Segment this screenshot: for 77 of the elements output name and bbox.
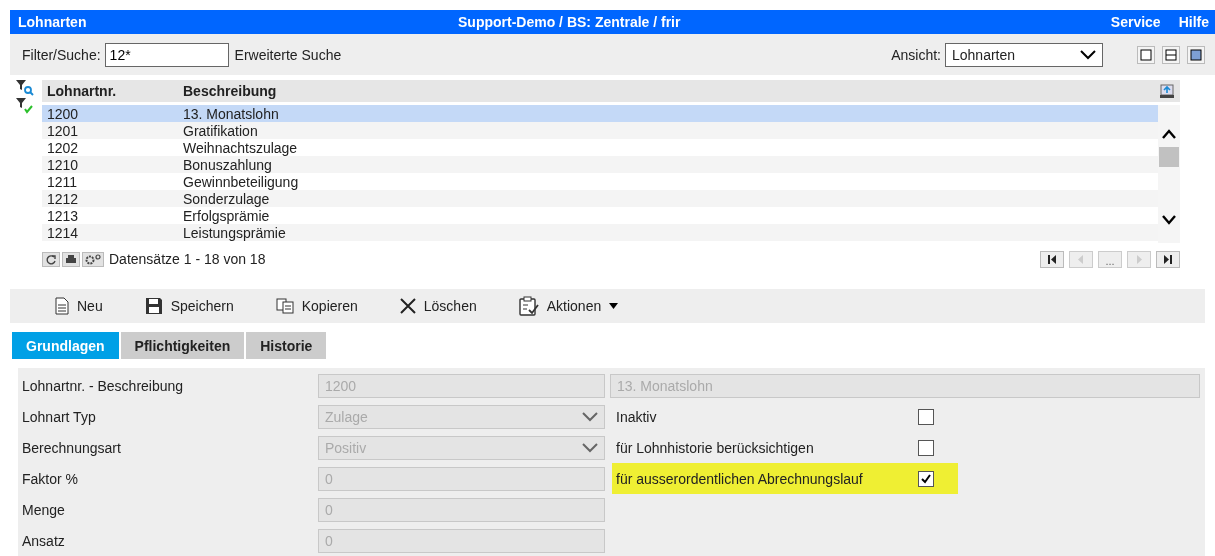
save-icon xyxy=(144,297,163,315)
checkbox-label: Inaktiv xyxy=(616,408,658,425)
checkbox[interactable] xyxy=(918,470,934,487)
toolbar-button[interactable]: Neu xyxy=(55,297,103,315)
chevron-down-icon xyxy=(582,442,598,453)
table-cell-text: Gratifikation xyxy=(183,122,259,139)
table-cell-text: Leistungsprämie xyxy=(183,224,287,241)
context-title: Support-Demo / BS: Zentrale / frir xyxy=(458,14,682,30)
table-cell-text: 1213 xyxy=(46,207,80,224)
print-icon[interactable] xyxy=(62,251,80,267)
toolbar-button[interactable]: Kopieren xyxy=(275,298,358,314)
table-cell-text: 1200 xyxy=(46,105,80,122)
advanced-search-link[interactable]: Erweiterte Suche xyxy=(234,46,342,63)
table-cell-text: Weihnachtszulage xyxy=(183,139,299,156)
filter-check-icon[interactable] xyxy=(16,98,34,114)
table-cell-text: 1210 xyxy=(46,156,80,173)
checkbox-label: für ausserordentlichen Abrechnungslauf xyxy=(616,470,864,487)
field-label: Ansatz xyxy=(21,532,66,549)
chevron-down-icon xyxy=(1080,49,1096,60)
column-header[interactable]: Beschreibung xyxy=(183,83,1160,99)
menu-link[interactable]: Service xyxy=(1110,14,1161,30)
record-count: Datensätze 1 - 18 von 18 xyxy=(109,251,266,267)
field-label: Menge xyxy=(21,501,66,518)
table-cell-text: 1211 xyxy=(46,173,79,190)
table-cell-text: Sonderzulage xyxy=(183,190,271,207)
field-label: Lohnart Typ xyxy=(21,408,97,425)
table-cell-text: 1202 xyxy=(46,139,80,156)
export-icon[interactable] xyxy=(1160,84,1174,98)
filter-label: Filter/Suche: xyxy=(22,46,101,63)
table-row[interactable]: 1212 Sonderzulage xyxy=(42,190,1158,207)
table-cell-text: Bonuszahlung xyxy=(183,156,273,173)
table-cell-text: Gewinnbeteiligung xyxy=(183,173,300,190)
field-label: Faktor % xyxy=(21,470,79,487)
settings-icon[interactable] xyxy=(82,251,104,267)
toolbar-button[interactable]: Löschen xyxy=(399,298,477,314)
scroll-up-icon[interactable] xyxy=(1162,129,1176,139)
split-pane-icon[interactable] xyxy=(1162,45,1180,64)
close-icon xyxy=(399,298,416,314)
filter-search-icon[interactable] xyxy=(16,80,34,96)
refresh-icon[interactable] xyxy=(42,251,60,267)
scroll-down-icon[interactable] xyxy=(1162,215,1176,225)
checkbox[interactable] xyxy=(918,439,934,456)
table-row[interactable]: 1201 Gratifikation xyxy=(42,122,1158,139)
last-page-icon[interactable] xyxy=(1156,250,1180,268)
view-dropdown[interactable]: Lohnarten xyxy=(945,42,1103,67)
single-pane-icon[interactable] xyxy=(1137,45,1155,64)
table-cell-text: 1212 xyxy=(46,190,80,207)
module-title: Lohnarten xyxy=(18,14,88,30)
page-more-button[interactable]: ... xyxy=(1098,250,1122,268)
table-cell-text: 1201 xyxy=(46,122,80,139)
filter-field[interactable]: 12* xyxy=(104,42,229,67)
column-header[interactable]: Lohnartnr. xyxy=(42,83,183,99)
field-label: Berechnungsart xyxy=(21,439,122,456)
copy-icon xyxy=(275,298,294,314)
scrollbar[interactable] xyxy=(1158,105,1180,243)
chevron-down-icon xyxy=(582,411,598,422)
first-page-icon[interactable] xyxy=(1040,250,1064,268)
checkbox[interactable] xyxy=(918,408,934,425)
menu-link[interactable]: Hilfe xyxy=(1178,14,1209,30)
checkbox-label: für Lohnhistorie berücksichtigen xyxy=(616,439,815,456)
table-row[interactable]: 1200 13. Monatslohn xyxy=(42,105,1158,122)
table-cell-text: Erfolgsprämie xyxy=(183,207,271,224)
document-icon xyxy=(55,297,69,315)
table-row[interactable]: 1214 Leistungsprämie xyxy=(42,224,1158,241)
scroll-thumb[interactable] xyxy=(1159,147,1179,167)
clipboard-check-icon xyxy=(518,296,539,316)
caret-icon xyxy=(609,303,619,309)
table-row[interactable]: 1210 Bonuszahlung xyxy=(42,156,1158,173)
view-label: Ansicht: xyxy=(891,46,941,63)
tab[interactable]: Pflichtigkeiten xyxy=(120,332,245,359)
tab[interactable]: Historie xyxy=(246,332,327,359)
field-label: Lohnartnr. - Beschreibung xyxy=(21,377,185,394)
table-cell-text: 1214 xyxy=(46,224,80,241)
full-pane-icon[interactable] xyxy=(1187,45,1205,64)
toolbar-button[interactable]: Aktionen xyxy=(518,296,619,316)
toolbar-button[interactable]: Speichern xyxy=(144,297,234,315)
table-cell-text: 13. Monatslohn xyxy=(183,105,280,122)
